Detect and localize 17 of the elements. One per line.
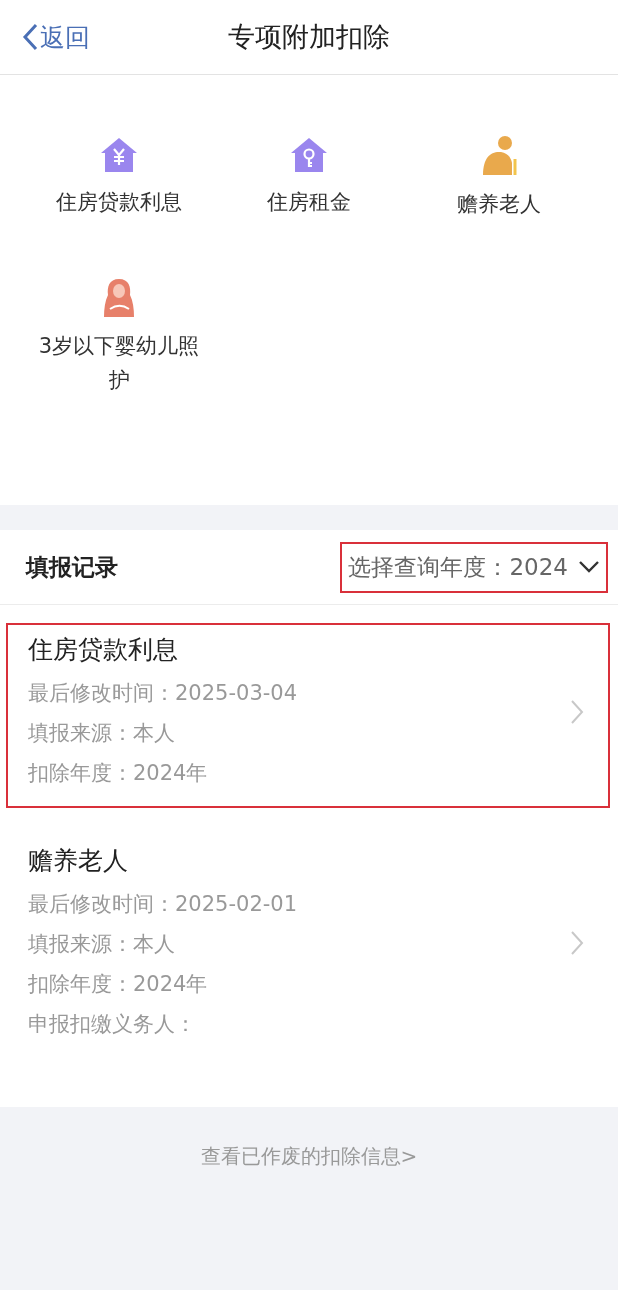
- record-item[interactable]: 住房贷款利息 最后修改时间：2025-03-04 填报来源：本人 扣除年度：2024年: [6, 623, 610, 808]
- category-item[interactable]: 赡养老人: [404, 135, 594, 277]
- house-key-icon: [289, 135, 329, 175]
- back-chevron-icon: [22, 23, 38, 51]
- house-icon: [99, 135, 139, 175]
- chevron-right-icon: [570, 698, 584, 725]
- year-selector[interactable]: 选择查询年度：2024: [340, 541, 608, 593]
- record-item[interactable]: 赡养老人 最后修改时间：2025-02-01 填报来源：本人 扣除年度：2024年 申报扣缴义务人：: [6, 834, 610, 1059]
- category-item[interactable]: 住房贷款利息: [24, 135, 214, 277]
- category-item[interactable]: 住房租金: [214, 135, 404, 277]
- section-title: 填报记录: [26, 552, 118, 582]
- category-item[interactable]: 3岁以下婴幼儿照护: [24, 277, 214, 419]
- back-link[interactable]: 返回: [22, 20, 90, 54]
- mother-icon: [101, 277, 137, 319]
- chevron-right-icon: [570, 929, 584, 956]
- page-title: 专项附加扣除: [228, 20, 390, 54]
- dropdown-caret-icon: [578, 560, 600, 574]
